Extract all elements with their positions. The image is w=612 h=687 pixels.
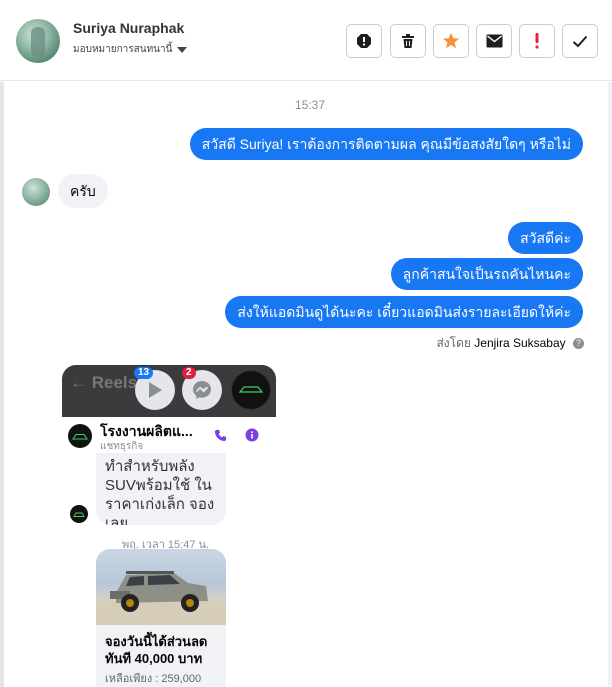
- mark-important-button[interactable]: [519, 24, 555, 58]
- delete-button[interactable]: [390, 24, 426, 58]
- star-icon: [442, 32, 460, 49]
- check-icon: [572, 35, 588, 47]
- car-photo: [96, 549, 226, 625]
- sent-by-prefix: ส่งโดย: [436, 336, 471, 350]
- mark-unread-button[interactable]: [476, 24, 512, 58]
- conversation-header: Suriya Nuraphak มอบหมายการสนทนานี้: [0, 0, 612, 81]
- info-icon: [245, 428, 259, 442]
- message-bubble-outgoing[interactable]: ลูกค้าสนใจเป็นรถคันไหนคะ: [390, 258, 583, 290]
- messenger-icon: [193, 381, 211, 399]
- sender-name: Jenjira Suksabay: [474, 336, 566, 350]
- message-bubble-outgoing[interactable]: สวัสดี Suriya! เราต้องการติดตามผล คุณมีข…: [189, 128, 583, 160]
- sent-by-label: ส่งโดย Jenjira Suksabay ?: [436, 334, 584, 353]
- page-logo: [68, 424, 92, 448]
- message-bubble-outgoing[interactable]: ส่งให้แอดมินดูได้นะคะ เดี๋ยวแอดมินส่งราย…: [225, 296, 583, 328]
- message-bubble-outgoing[interactable]: สวัสดีค่ะ: [508, 222, 583, 254]
- phone-icon: [214, 429, 227, 442]
- help-icon[interactable]: ?: [573, 338, 584, 350]
- card-title-line: ทันที 40,000 บาท: [105, 651, 203, 666]
- contact-avatar[interactable]: [16, 19, 60, 63]
- trash-icon: [402, 34, 414, 48]
- car-logo-icon: [238, 386, 264, 393]
- car-logo-icon: [72, 433, 88, 439]
- contact-avatar-small: [22, 178, 50, 206]
- business-logo: [231, 370, 271, 410]
- attachment-body: ทำสำหรับพลัง SUVพร้อมใช้ ใน ราคาเก่งเล็ก…: [62, 453, 276, 687]
- suv-image: [96, 571, 226, 625]
- envelope-icon: [486, 34, 502, 48]
- star-button[interactable]: [433, 24, 469, 58]
- attachment-top-bar: ← Reels 13 2: [62, 365, 276, 417]
- product-card: จองวันนี้ได้ส่วนลด ทันที 40,000 บาท เหลื…: [96, 549, 226, 687]
- message-timestamp: 15:37: [294, 98, 326, 112]
- page-info-bar: โรงงานผลิตแ... แชทธุรกิจ: [62, 417, 276, 453]
- car-logo-icon: [73, 512, 85, 517]
- play-icon: [149, 382, 162, 398]
- reels-label: Reels: [91, 373, 138, 392]
- scrollbar-track[interactable]: [608, 82, 612, 687]
- image-attachment[interactable]: ← Reels 13 2 โรงงานผลิตแ... แชทธุรกิจ ทำ…: [62, 365, 276, 687]
- left-panel-edge: [0, 82, 4, 687]
- inner-message-bubble: ทำสำหรับพลัง SUVพร้อมใช้ ใน ราคาเก่งเล็ก…: [96, 453, 226, 525]
- card-title: จองวันนี้ได้ส่วนลด ทันที 40,000 บาท: [105, 633, 207, 667]
- assign-label: มอบหมายการสนทนานี้: [73, 44, 173, 55]
- notification-badge: 2: [182, 367, 196, 379]
- contact-name[interactable]: Suriya Nuraphak: [73, 20, 184, 36]
- message-bubble-incoming[interactable]: ครับ: [58, 174, 108, 208]
- inner-avatar: [70, 505, 88, 523]
- notification-badge: 13: [134, 367, 154, 379]
- assign-conversation-dropdown[interactable]: มอบหมายการสนทนานี้: [73, 42, 188, 57]
- caret-down-icon: [177, 47, 188, 53]
- card-price: เหลือเพียง : 259,000: [105, 673, 202, 685]
- report-spam-button[interactable]: [346, 24, 382, 58]
- mark-done-button[interactable]: [562, 24, 598, 58]
- report-spam-icon: [357, 34, 371, 48]
- page-subtitle: แชทธุรกิจ: [100, 441, 144, 452]
- card-title-line: จองวันนี้ได้ส่วนลด: [105, 634, 208, 649]
- reels-header: ← Reels: [70, 373, 138, 392]
- exclamation-icon: [535, 33, 539, 49]
